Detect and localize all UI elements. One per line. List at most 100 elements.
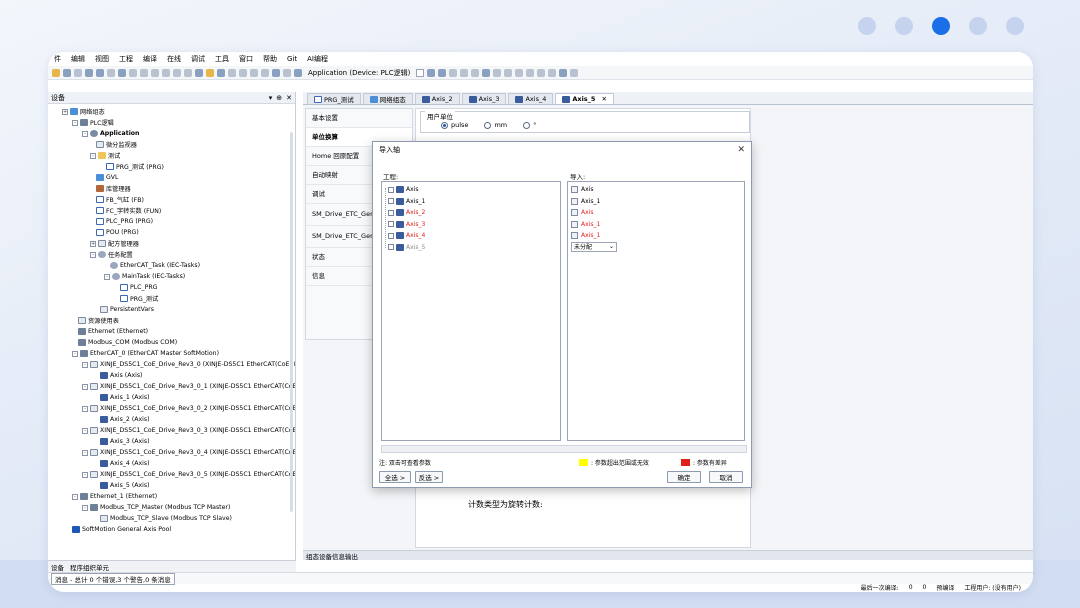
cut-icon[interactable] xyxy=(151,68,159,77)
find-icon[interactable] xyxy=(195,68,203,77)
tool-icon[interactable] xyxy=(74,68,82,77)
tree-item[interactable]: PRG_测试 (PRG) xyxy=(106,161,164,172)
tree-item[interactable]: - XINJE_DS5C1_CoE_Drive_Rev3_0_5 (XINJE-D… xyxy=(82,469,295,480)
tree-item[interactable]: + 网络组态 xyxy=(62,106,105,117)
import-axis-row[interactable]: Axis_1 xyxy=(571,230,600,241)
tool-icon[interactable] xyxy=(228,68,236,77)
pin-icon[interactable]: ▾ xyxy=(269,94,273,102)
expand-icon[interactable]: - xyxy=(82,361,88,368)
tool-icon[interactable] xyxy=(548,68,557,77)
menu-item[interactable]: AI编程 xyxy=(307,54,328,64)
checkbox[interactable] xyxy=(388,244,394,250)
tree-item[interactable]: - XINJE_DS5C1_CoE_Drive_Rev3_0 (XINJE-DS5… xyxy=(82,359,295,370)
tree-item[interactable]: FC_字转实数 (FUN) xyxy=(96,205,161,216)
tree-scrollbar[interactable] xyxy=(290,132,293,512)
print-icon[interactable] xyxy=(118,68,126,77)
dialog-hscrollbar[interactable] xyxy=(381,445,747,453)
tree-item[interactable]: Axis_4 (Axis) xyxy=(100,458,150,469)
menu-item[interactable]: 调试 xyxy=(191,54,205,64)
tree-item[interactable]: 微分监视器 xyxy=(96,139,137,150)
tool-icon[interactable] xyxy=(261,68,269,77)
expand-icon[interactable]: - xyxy=(90,152,96,159)
step-icon[interactable] xyxy=(504,68,513,77)
expand-icon[interactable]: - xyxy=(82,471,88,478)
invert-selection-button[interactable]: 反选 > xyxy=(415,471,443,483)
tree-item[interactable]: - XINJE_DS5C1_CoE_Drive_Rev3_0_1 (XINJE-D… xyxy=(82,381,295,392)
message-summary[interactable]: 消息 - 总计 0 个错误,3 个警告,0 条消息 xyxy=(51,572,175,585)
slide-dot[interactable] xyxy=(969,17,987,35)
tree-item[interactable]: Axis (Axis) xyxy=(100,370,142,381)
tool-icon[interactable] xyxy=(52,68,60,77)
tab-axis_2[interactable]: Axis_2 xyxy=(414,93,460,104)
expand-icon[interactable]: - xyxy=(82,405,88,412)
project-axis-row[interactable]: Axis_1 xyxy=(388,196,425,207)
tree-item[interactable]: PLC_PRG (PRG) xyxy=(96,216,153,227)
tree-item[interactable]: Axis_5 (Axis) xyxy=(100,480,150,491)
menu-item[interactable]: 视图 xyxy=(95,54,109,64)
expand-icon[interactable]: - xyxy=(104,273,110,280)
tree-item[interactable]: GVL xyxy=(96,172,118,183)
step-icon[interactable] xyxy=(526,68,535,77)
tool-icon[interactable] xyxy=(85,68,93,77)
radio-pulse[interactable]: pulse xyxy=(441,121,468,129)
unassigned-dropdown[interactable]: 未分配 ⌄ xyxy=(571,241,617,252)
axis-nav-item[interactable]: 基本设置 xyxy=(306,109,412,128)
slide-dot[interactable] xyxy=(895,17,913,35)
tree-item[interactable]: - Ethernet_1 (Ethernet) xyxy=(72,491,157,502)
tree-item[interactable]: - 任务配置 xyxy=(90,249,133,260)
expand-icon[interactable]: + xyxy=(62,108,68,115)
select-all-button[interactable]: 全选 > xyxy=(379,471,411,483)
run-icon[interactable] xyxy=(449,68,458,77)
tree-item[interactable]: - EtherCAT_0 (EtherCAT Master SoftMotion) xyxy=(72,348,219,359)
application-dropdown[interactable] xyxy=(416,68,425,77)
tree-item[interactable]: Axis_2 (Axis) xyxy=(100,414,150,425)
expand-icon[interactable]: + xyxy=(90,240,96,247)
tree-item[interactable]: - XINJE_DS5C1_CoE_Drive_Rev3_0_2 (XINJE-D… xyxy=(82,403,295,414)
login-icon[interactable] xyxy=(427,68,436,77)
tree-item[interactable]: - XINJE_DS5C1_CoE_Drive_Rev3_0_3 (XINJE-D… xyxy=(82,425,295,436)
project-axis-row[interactable]: Axis_5 xyxy=(388,242,425,253)
menu-item[interactable]: 在线 xyxy=(167,54,181,64)
cancel-button[interactable]: 取消 xyxy=(709,471,743,483)
delete-icon[interactable] xyxy=(184,68,192,77)
tree-item[interactable]: - 测试 xyxy=(90,150,120,161)
tree-item[interactable]: EtherCAT_Task (IEC-Tasks) xyxy=(110,260,200,271)
tool-icon[interactable] xyxy=(206,68,214,77)
expand-icon[interactable]: - xyxy=(82,383,88,390)
step-icon[interactable] xyxy=(493,68,502,77)
stop-icon[interactable] xyxy=(460,68,469,77)
expand-icon[interactable]: - xyxy=(82,427,88,434)
tool-icon[interactable] xyxy=(570,68,579,77)
redo-icon[interactable] xyxy=(140,68,148,77)
tree-item[interactable]: 库管理器 xyxy=(96,183,131,194)
expand-icon[interactable]: - xyxy=(82,449,88,456)
menu-item[interactable]: 帮助 xyxy=(263,54,277,64)
tree-item[interactable]: POU (PRG) xyxy=(96,227,139,238)
tab-pou[interactable]: 程序组织单元 xyxy=(70,562,109,572)
tool-icon[interactable] xyxy=(107,68,115,77)
expand-icon[interactable]: - xyxy=(72,350,78,357)
tab-axis_4[interactable]: Axis_4 xyxy=(508,93,554,104)
tool-icon[interactable] xyxy=(294,68,302,77)
tree-item[interactable]: Axis_3 (Axis) xyxy=(100,436,150,447)
project-axis-row[interactable]: Axis_4 xyxy=(388,230,425,241)
checkbox[interactable] xyxy=(388,221,394,227)
checkbox[interactable] xyxy=(388,186,394,193)
tree-item[interactable]: Modbus_TCP_Slave (Modbus TCP Slave) xyxy=(100,513,232,524)
tab-devices[interactable]: 设备 xyxy=(51,562,64,572)
step-icon[interactable] xyxy=(515,68,524,77)
close-icon[interactable]: ✕ xyxy=(601,95,606,103)
tree-item[interactable]: - MainTask (IEC-Tasks) xyxy=(104,271,185,282)
radio-degree[interactable]: ° xyxy=(523,121,536,129)
tree-item[interactable]: Ethernet (Ethernet) xyxy=(78,326,148,337)
tree-item[interactable]: PersistentVars xyxy=(100,304,154,315)
menu-item[interactable]: 工具 xyxy=(215,54,229,64)
tab-网络组态[interactable]: 网络组态 xyxy=(362,93,413,104)
tab-axis_5[interactable]: Axis_5 ✕ xyxy=(555,93,614,104)
paste-icon[interactable] xyxy=(173,68,181,77)
menu-item[interactable]: 件 xyxy=(54,54,61,64)
slide-dot[interactable] xyxy=(932,17,950,35)
menu-item[interactable]: 编辑 xyxy=(71,54,85,64)
import-axis-row[interactable]: Axis_1 xyxy=(571,219,600,230)
import-axis-row[interactable]: Axis_1 xyxy=(571,196,600,207)
